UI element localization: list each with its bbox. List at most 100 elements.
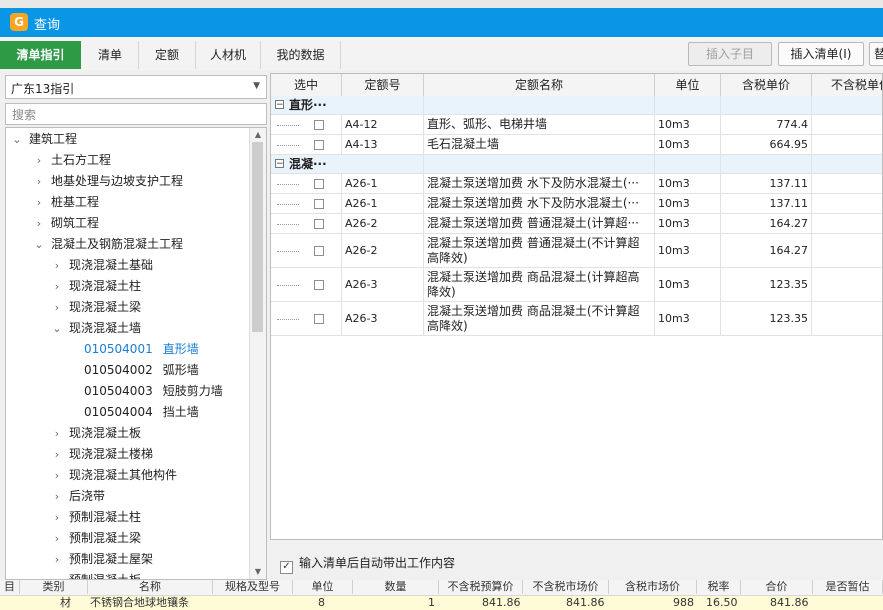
tree-node[interactable]: › 砌筑工程 [32,213,99,234]
tree-node[interactable]: › 后浇带 [50,486,105,507]
tab-list-guide[interactable]: 清单指引 [0,41,81,69]
tree-node[interactable]: ⌄ 混凝土及钢筋混凝土工程 [32,234,183,255]
auto-work-content-checkbox[interactable]: ✓ [280,561,293,574]
row-select-checkbox[interactable] [314,139,324,150]
chevron-down-icon[interactable]: ⌄ [32,234,46,255]
tree-node[interactable]: › 土石方工程 [32,150,111,171]
tree-node[interactable]: 010504002 弧形墙 [84,360,199,381]
chevron-right-icon[interactable]: › [50,297,64,318]
quota-row[interactable]: A26-3混凝土泵送增加费 商品混凝土(计算超高降效)10m3123.35112… [271,268,882,302]
unit-cell: 10m3 [655,302,721,335]
tab-my-data[interactable]: 我的数据 [261,41,341,69]
chevron-right-icon[interactable]: › [32,213,46,234]
chevron-right-icon[interactable]: › [50,465,64,486]
header-notax-price[interactable]: 不含税单价 [812,74,882,96]
chevron-right-icon[interactable]: › [50,255,64,276]
tree-node[interactable]: › 预制混凝土板 [50,570,141,579]
chevron-right-icon[interactable]: › [32,171,46,192]
tree-node[interactable]: ⌄ 建筑工程 [10,129,77,150]
quota-row[interactable]: A26-2混凝土泵送增加费 普通混凝土(计算超···10m3164.27147. [271,214,882,234]
header-unit[interactable]: 单位 [655,74,721,96]
header-quota-code[interactable]: 定额号 [342,74,424,96]
chevron-right-icon[interactable]: › [50,423,64,444]
quota-name-cell: 混凝土泵送增加费 商品混凝土(计算超高降效) [424,268,655,301]
group-row[interactable]: − 直形··· [271,96,882,115]
row-select-checkbox[interactable] [314,178,324,189]
auto-work-content-option[interactable]: ✓ 输入清单后自动带出工作内容 [280,554,455,574]
tree-node[interactable]: › 预制混凝土屋架 [50,549,153,570]
tree-node[interactable]: › 桩基工程 [32,192,99,213]
header-quota-name[interactable]: 定额名称 [424,74,655,96]
guide-tree: ⌄ 建筑工程 › 土石方工程 › 地基处理与边坡支护工程 › 桩基工程 › 砌筑工程 ⌄ 混凝土及钢筋… [5,127,267,580]
collapse-icon[interactable]: − [275,100,284,110]
chevron-right-icon[interactable]: › [50,444,64,465]
tree-node-label: 弧形墙 [162,363,199,377]
chevron-right-icon[interactable]: › [32,192,46,213]
chevron-right-icon[interactable]: › [50,276,64,297]
row-select-checkbox[interactable] [314,245,324,256]
quota-row[interactable]: A26-3混凝土泵送增加费 商品混凝土(不计算超高降效)10m3123.3511… [271,302,882,336]
chevron-down-icon[interactable]: ⌄ [10,129,24,150]
tree-node[interactable]: › 现浇混凝土柱 [50,276,141,297]
tree-node[interactable]: › 现浇混凝土楼梯 [50,444,153,465]
tree-node[interactable]: 010504003 短肢剪力墙 [84,381,223,402]
title-bar[interactable]: G 查询 [0,8,883,37]
scroll-down-icon[interactable]: ▼ [250,565,266,579]
row-select-checkbox[interactable] [314,198,324,209]
chevron-right-icon[interactable]: › [50,507,64,528]
chevron-down-icon[interactable]: ⌄ [50,318,64,339]
insert-list-button[interactable]: 插入清单(I) [778,42,864,66]
tree-node[interactable]: › 预制混凝土梁 [50,528,141,549]
quota-row[interactable]: A26-2混凝土泵送增加费 普通混凝土(不计算超高降效)10m3164.2714… [271,234,882,268]
quota-row[interactable]: A4-13毛石混凝土墙10m3664.95672. [271,135,882,155]
quota-name-cell: 混凝土泵送增加费 商品混凝土(不计算超高降效) [424,302,655,335]
quota-code-cell: A26-1 [342,194,424,213]
collapse-icon[interactable]: − [275,159,284,169]
scrollbar-thumb[interactable] [252,142,263,332]
group-row[interactable]: − 混凝··· [271,155,882,174]
row-select-checkbox[interactable] [314,279,324,290]
chevron-right-icon[interactable]: › [32,150,46,171]
header-tax-price[interactable]: 含税单价 [721,74,812,96]
tree-node[interactable]: 010504004 挡土墙 [84,402,199,423]
tree-node-label: 现浇混凝土其他构件 [69,468,178,482]
quota-row[interactable]: A4-12直形、弧形、电梯井墙10m3774.4795. [271,115,882,135]
tree-node[interactable]: 010504001 直形墙 [84,339,199,360]
tree-node-label: 预制混凝土柱 [69,510,142,524]
tree-node[interactable]: › 现浇混凝土基础 [50,255,153,276]
tab-list[interactable]: 清单 [82,41,139,69]
unit-cell: 10m3 [655,214,721,233]
search-field[interactable] [5,103,267,125]
chevron-right-icon[interactable]: › [50,528,64,549]
tree-line [277,223,299,225]
bg-header-provisional: 是否暂估 [813,580,883,594]
chevron-right-icon[interactable]: › [50,486,64,507]
quota-row[interactable]: A26-1混凝土泵送增加费 水下及防水混凝土(···10m3137.11124. [271,194,882,214]
unit-cell: 10m3 [655,268,721,301]
insert-child-button[interactable]: 插入子目 [688,42,772,66]
tab-labor-material-machine[interactable]: 人材机 [196,41,261,69]
row-select-checkbox[interactable] [314,313,324,324]
tree-node[interactable]: › 现浇混凝土板 [50,423,141,444]
row-select-checkbox[interactable] [314,218,324,229]
chevron-right-icon[interactable]: › [50,570,64,579]
tree-node[interactable]: › 现浇混凝土其他构件 [50,465,177,486]
chevron-right-icon[interactable]: › [50,549,64,570]
tree-node[interactable]: › 预制混凝土柱 [50,507,141,528]
replace-button[interactable]: 替 [869,42,883,66]
tree-node-label: 后浇带 [69,489,106,503]
tree-node[interactable]: › 地基处理与边坡支护工程 [32,171,183,192]
tab-quota[interactable]: 定额 [139,41,196,69]
tree-scrollbar[interactable]: ▲ ▼ [249,128,266,579]
quota-code-cell: A26-2 [342,234,424,267]
header-select[interactable]: 选中 [271,74,342,96]
region-select[interactable]: 广东13指引 ▼ [5,75,267,99]
tree-node[interactable]: › 现浇混凝土梁 [50,297,141,318]
background-table: 目 类别 名称 规格及型号 单位 数量 不含税预算价 不含税市场价 含税市场价 … [0,580,883,610]
scroll-up-icon[interactable]: ▲ [250,128,266,142]
group-cell [424,155,655,173]
tree-node[interactable]: ⌄ 现浇混凝土墙 [50,318,141,339]
quota-row[interactable]: A26-1混凝土泵送增加费 水下及防水混凝土(···10m3137.11124. [271,174,882,194]
search-input[interactable] [10,105,264,125]
row-select-checkbox[interactable] [314,119,324,130]
